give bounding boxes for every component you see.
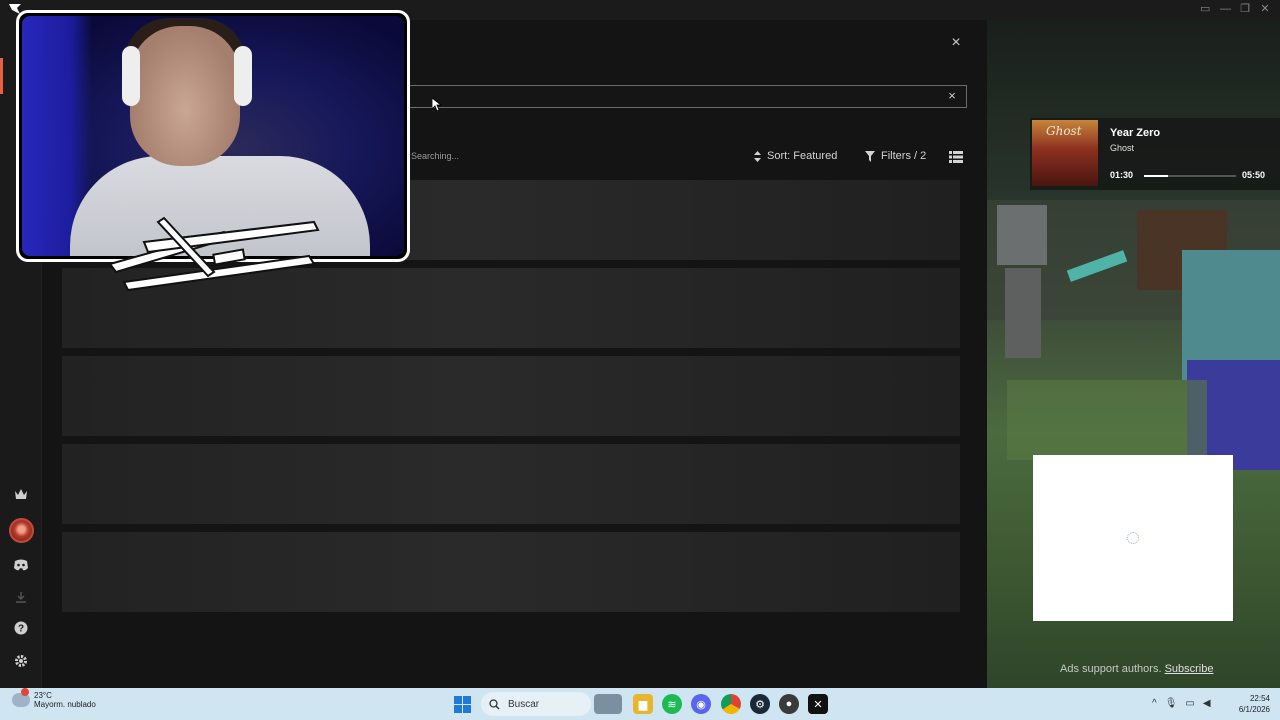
settings-icon[interactable] (11, 651, 31, 671)
taskbar-clock[interactable]: 22:54 6/1/2026 (1232, 693, 1270, 715)
clear-search-button[interactable]: × (944, 88, 960, 104)
taskbar-widget-icon[interactable] (594, 694, 622, 714)
result-placeholder-row (62, 532, 960, 612)
minimize-button[interactable]: — (1220, 2, 1231, 16)
close-window-button[interactable]: ✕ (1260, 2, 1270, 16)
clock-time: 22:54 (1249, 694, 1270, 703)
sort-icon (754, 150, 761, 162)
album-art: Ghost (1032, 120, 1098, 186)
weather-desc: Mayorm. nublado (34, 700, 96, 709)
curseforge-app-icon[interactable]: ✕ (808, 694, 828, 714)
chrome-icon[interactable] (721, 694, 741, 714)
track-artist: Ghost (1110, 143, 1135, 153)
discord-icon[interactable] (11, 555, 31, 575)
list-view-icon[interactable] (949, 150, 963, 164)
screen: ▭ — ❐ ✕ ? × × Searching... Sort: Feature… (0, 0, 1280, 720)
avatar[interactable] (9, 518, 34, 543)
discord-taskbar-icon[interactable]: ◉ (691, 694, 711, 714)
crown-icon[interactable] (11, 484, 31, 504)
download-icon[interactable] (11, 587, 31, 607)
search-icon (489, 698, 500, 709)
track-title: Year Zero (1110, 127, 1161, 139)
close-modal-button[interactable]: × (947, 34, 965, 52)
file-explorer-icon[interactable]: ▆ (633, 694, 653, 714)
mouse-cursor-icon (431, 97, 443, 112)
result-placeholder-row (62, 356, 960, 436)
taskbar-search[interactable]: Buscar (481, 692, 591, 716)
clock-date: 6/1/2026 (1238, 705, 1270, 714)
system-tray: ^ 🎙 ▭ ◀ (1152, 698, 1211, 709)
weather-widget[interactable]: 23°C Mayorm. nublado (12, 688, 96, 709)
track-progress-fill (1144, 175, 1168, 177)
tray-chevron-icon[interactable]: ^ (1152, 698, 1157, 709)
taskbar: 23°C Mayorm. nublado Buscar ▆ ≋ ◉ ⚙ ● ✕ … (0, 688, 1280, 720)
album-art-lettering: Ghost (1046, 124, 1082, 138)
sort-label: Sort: Featured (767, 150, 838, 162)
start-button[interactable] (454, 696, 471, 713)
active-indicator (0, 58, 3, 94)
weather-temp: 23°C (34, 691, 52, 700)
swords-logo-icon (104, 212, 322, 292)
sidebar-toggle-icon[interactable]: ▭ (1200, 2, 1210, 16)
network-icon[interactable]: ▭ (1185, 698, 1194, 709)
result-placeholder-row (62, 444, 960, 524)
ads-text: Ads support authors. (1060, 663, 1165, 675)
filters-label: Filters / 2 (881, 150, 927, 162)
subscribe-link[interactable]: Subscribe (1165, 663, 1214, 675)
mic-icon[interactable]: 🎙 (1165, 698, 1178, 709)
svg-text:?: ? (18, 624, 24, 635)
taskbar-search-label: Buscar (508, 698, 540, 710)
sort-dropdown[interactable]: Sort: Featured (754, 150, 837, 162)
filters-button[interactable]: Filters / 2 (865, 150, 926, 162)
time-total: 05:50 (1242, 170, 1266, 180)
ad-slot[interactable] (1033, 455, 1233, 621)
help-icon[interactable]: ? (11, 618, 31, 638)
loading-spinner-icon (1127, 532, 1139, 544)
time-current: 01:30 (1110, 170, 1134, 180)
now-playing-card[interactable]: Ghost Year Zero Ghost 01:30 05:50 (1030, 118, 1280, 190)
maximize-button[interactable]: ❐ (1240, 2, 1250, 16)
obs-icon[interactable]: ● (779, 694, 799, 714)
filter-icon (865, 150, 875, 162)
track-progress-bar[interactable] (1144, 175, 1236, 177)
ads-note: Ads support authors. Subscribe (1060, 663, 1213, 675)
volume-icon[interactable]: ◀ (1203, 698, 1211, 709)
search-status: Searching... (411, 151, 460, 161)
window-controls: ▭ — ❐ ✕ (1200, 2, 1270, 16)
cloud-icon (12, 688, 30, 707)
spotify-icon[interactable]: ≋ (662, 694, 682, 714)
steam-icon[interactable]: ⚙ (750, 694, 770, 714)
